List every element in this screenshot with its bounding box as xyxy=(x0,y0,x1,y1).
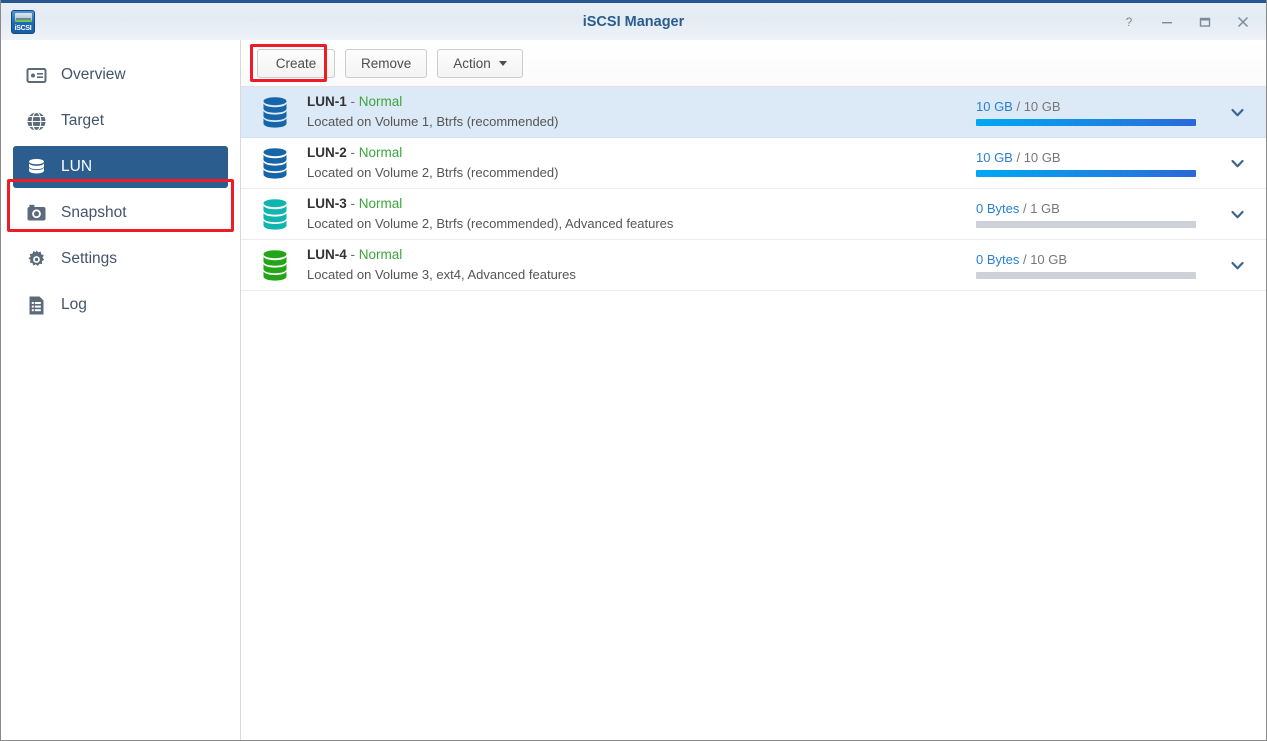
maximize-icon[interactable] xyxy=(1196,13,1214,31)
main-content: Create Remove Action LUN-1 - Normal Locat… xyxy=(241,40,1266,740)
lun-location: Located on Volume 3, ext4, Advanced feat… xyxy=(307,267,576,283)
overview-card-icon xyxy=(25,64,47,86)
lun-title-line: LUN-1 - Normal xyxy=(307,92,976,113)
sidebar-item-target[interactable]: Target xyxy=(13,100,228,142)
lun-info: LUN-4 - Normal Located on Volume 3, ext4,… xyxy=(307,245,976,285)
lun-capacity-total: / 10 GB xyxy=(1012,149,1061,165)
app-icon-accent-bar xyxy=(15,19,32,22)
svg-text:?: ? xyxy=(1126,15,1133,29)
sidebar-item-label: Snapshot xyxy=(61,204,127,221)
lun-info: LUN-1 - Normal Located on Volume 1, Btrfs… xyxy=(307,92,976,132)
lun-capacity-bar-fill xyxy=(976,169,1196,177)
chevron-down-icon xyxy=(498,60,507,66)
sidebar-item-label: Settings xyxy=(61,250,118,267)
lun-capacity-total: / 10 GB xyxy=(1012,98,1061,114)
help-icon[interactable]: ? xyxy=(1120,13,1138,31)
lun-capacity-text: 10 GB / 10 GB xyxy=(976,150,1216,165)
sidebar-item-overview[interactable]: Overview xyxy=(13,54,228,96)
iscsi-app-icon: iSCSI xyxy=(11,9,35,34)
lun-name-separator: - xyxy=(346,145,359,161)
lun-name-separator: - xyxy=(346,196,359,212)
lun-row[interactable]: LUN-4 - Normal Located on Volume 3, ext4,… xyxy=(241,240,1266,291)
lun-location: Located on Volume 1, Btrfs (recommended) xyxy=(307,114,559,130)
lun-capacity-used: 10 GB xyxy=(976,149,1013,165)
create-button[interactable]: Create xyxy=(257,48,335,78)
lun-location: Located on Volume 2, Btrfs (recommended) xyxy=(307,165,559,181)
lun-capacity-used: 10 GB xyxy=(976,98,1013,114)
lun-name: LUN-2 xyxy=(307,145,347,161)
lun-list: LUN-1 - Normal Located on Volume 1, Btrfs… xyxy=(241,86,1266,740)
camera-icon xyxy=(25,202,47,224)
sidebar-item-label: Target xyxy=(61,112,105,129)
lun-capacity-text: 0 Bytes / 1 GB xyxy=(976,201,1216,216)
lun-name-separator: - xyxy=(346,94,359,110)
app-icon-label: iSCSI xyxy=(14,24,32,32)
sidebar: Overview Target LUN Snapshot Settings Lo… xyxy=(1,40,241,740)
close-icon[interactable] xyxy=(1234,13,1252,31)
sidebar-item-settings[interactable]: Settings xyxy=(13,238,228,280)
lun-name: LUN-3 xyxy=(307,196,347,212)
lun-capacity-used: 0 Bytes xyxy=(976,251,1020,267)
lun-capacity: 0 Bytes / 1 GB xyxy=(976,201,1216,228)
lun-title-line: LUN-3 - Normal xyxy=(307,194,976,215)
lun-info: LUN-3 - Normal Located on Volume 2, Btrfs… xyxy=(307,194,976,234)
lun-capacity-bar xyxy=(976,220,1196,228)
lun-name: LUN-4 xyxy=(307,247,347,263)
lun-status: Normal xyxy=(358,145,403,161)
action-button-label: Action xyxy=(453,55,491,71)
lun-status: Normal xyxy=(358,247,403,263)
chevron-down-icon[interactable] xyxy=(1222,199,1252,229)
database-icon xyxy=(257,145,293,181)
lun-capacity-used: 0 Bytes xyxy=(976,200,1020,216)
lun-capacity: 10 GB / 10 GB xyxy=(976,150,1216,177)
database-icon xyxy=(257,247,293,283)
lun-capacity: 10 GB / 10 GB xyxy=(976,99,1216,126)
database-icon xyxy=(257,94,293,130)
sidebar-item-label: LUN xyxy=(61,158,93,175)
lun-capacity-text: 10 GB / 10 GB xyxy=(976,99,1216,114)
lun-capacity-total: / 10 GB xyxy=(1019,251,1068,267)
lun-status: Normal xyxy=(358,196,403,212)
lun-name-separator: - xyxy=(346,247,359,263)
title-bar: iSCSI iSCSI Manager ? xyxy=(1,0,1266,40)
database-icon xyxy=(257,196,293,232)
list-document-icon xyxy=(25,294,47,316)
lun-capacity-bar-fill xyxy=(976,118,1196,126)
lun-capacity: 0 Bytes / 10 GB xyxy=(976,252,1216,279)
sidebar-item-label: Overview xyxy=(61,66,126,83)
chevron-down-icon[interactable] xyxy=(1222,97,1252,127)
lun-name: LUN-1 xyxy=(307,94,347,110)
database-icon xyxy=(25,156,47,178)
window-body: Overview Target LUN Snapshot Settings Lo… xyxy=(1,40,1266,740)
sidebar-item-snapshot[interactable]: Snapshot xyxy=(13,192,228,234)
lun-info: LUN-2 - Normal Located on Volume 2, Btrfs… xyxy=(307,143,976,183)
chevron-down-icon[interactable] xyxy=(1222,250,1252,280)
sidebar-item-log[interactable]: Log xyxy=(13,284,228,326)
sidebar-item-lun[interactable]: LUN xyxy=(13,146,228,188)
lun-row[interactable]: LUN-3 - Normal Located on Volume 2, Btrfs… xyxy=(241,189,1266,240)
globe-icon xyxy=(25,110,47,132)
minimize-icon[interactable] xyxy=(1158,13,1176,31)
lun-title-line: LUN-2 - Normal xyxy=(307,143,976,164)
lun-capacity-bar xyxy=(976,118,1196,126)
remove-button[interactable]: Remove xyxy=(345,48,428,78)
chevron-down-icon[interactable] xyxy=(1222,148,1252,178)
lun-capacity-bar xyxy=(976,169,1196,177)
toolbar: Create Remove Action xyxy=(241,40,1266,86)
lun-capacity-bar xyxy=(976,271,1196,279)
lun-row[interactable]: LUN-2 - Normal Located on Volume 2, Btrfs… xyxy=(241,138,1266,189)
gear-icon xyxy=(25,248,47,270)
lun-location: Located on Volume 2, Btrfs (recommended)… xyxy=(307,216,674,232)
iscsi-manager-window: iSCSI iSCSI Manager ? Overview Target LU… xyxy=(0,0,1267,741)
sidebar-item-label: Log xyxy=(61,296,87,313)
lun-status: Normal xyxy=(358,94,403,110)
window-title: iSCSI Manager xyxy=(582,13,685,30)
lun-title-line: LUN-4 - Normal xyxy=(307,245,976,266)
lun-row[interactable]: LUN-1 - Normal Located on Volume 1, Btrfs… xyxy=(241,87,1266,138)
lun-capacity-total: / 1 GB xyxy=(1019,200,1060,216)
action-dropdown-button[interactable]: Action xyxy=(437,48,523,78)
window-controls: ? xyxy=(1120,3,1266,40)
lun-capacity-text: 0 Bytes / 10 GB xyxy=(976,252,1216,267)
